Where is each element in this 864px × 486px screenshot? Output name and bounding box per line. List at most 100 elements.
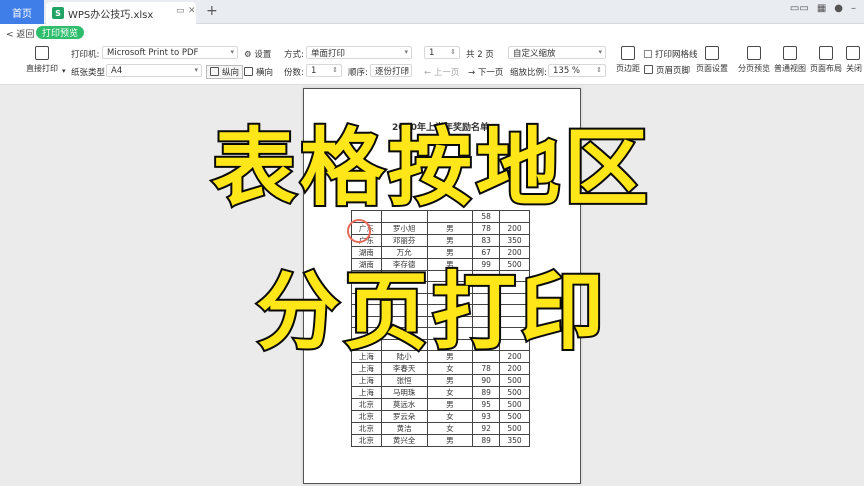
close-preview-button[interactable]: 关闭 — [846, 46, 864, 74]
page-setup-button[interactable]: 页面设置 — [696, 46, 728, 74]
table-cell[interactable]: 上海 — [351, 386, 382, 399]
chevron-down-icon: ▾ — [598, 48, 602, 56]
table-cell[interactable]: 邓丽芬 — [380, 233, 428, 247]
settings-button[interactable]: ⚙ 设置 — [244, 48, 271, 60]
avatar[interactable]: ● — [834, 3, 843, 14]
table-cell[interactable]: 莫远水 — [380, 398, 428, 411]
print-gridlines-checkbox[interactable]: 打印网格线 — [644, 48, 698, 60]
table-cell[interactable]: 350 — [499, 434, 530, 447]
portrait-button[interactable]: 纵向 — [206, 65, 244, 79]
layout-icon[interactable]: ▭▭ — [790, 3, 809, 14]
print-mode-select[interactable]: 单面打印 ▾ — [306, 46, 412, 59]
table-cell[interactable]: 83 — [472, 233, 501, 247]
table-cell[interactable]: 男 — [426, 398, 474, 411]
print-preview-tag: 打印预览 — [36, 26, 85, 39]
grid-icon[interactable]: ▦ — [817, 3, 826, 14]
table-cell[interactable]: 89 — [472, 434, 501, 447]
table-cell[interactable]: 北京 — [351, 422, 382, 435]
table-cell[interactable]: 上海 — [351, 374, 382, 387]
table-cell[interactable]: 李春天 — [380, 362, 428, 375]
scale-mode-value: 自定义缩放 — [513, 48, 556, 59]
table-cell[interactable]: 湖南 — [351, 245, 382, 259]
copies-value: 1 — [311, 65, 317, 76]
table-cell[interactable]: 男 — [426, 233, 474, 247]
table-cell[interactable]: 女 — [426, 422, 474, 435]
paper-type-select[interactable]: A4 ▾ — [106, 64, 202, 77]
table-cell[interactable]: 500 — [499, 386, 530, 399]
table-cell[interactable]: 67 — [472, 245, 501, 259]
print-gridlines-label: 打印网格线 — [655, 50, 698, 60]
table-cell[interactable]: 北京 — [351, 410, 382, 423]
tab-close-icon[interactable]: ✕ — [188, 6, 196, 16]
table-cell[interactable]: 女 — [426, 362, 474, 375]
checkbox-icon — [644, 50, 652, 58]
normal-view-label: 普通视图 — [774, 64, 806, 73]
table-cell[interactable]: 张恒 — [380, 374, 428, 387]
table-cell[interactable]: 200 — [499, 362, 530, 375]
table-cell[interactable]: 200 — [499, 245, 530, 259]
page-number-stepper[interactable]: 1 ⇕ — [424, 46, 460, 59]
page-break-preview-button[interactable]: 分页预览 — [738, 46, 770, 74]
printer-label: 打印机: — [71, 50, 100, 60]
total-pages: 共 2 页 — [466, 50, 494, 60]
table-cell[interactable]: 500 — [499, 410, 530, 423]
prev-page-button[interactable]: ← 上一页 — [424, 66, 459, 78]
margins-button[interactable]: 页边距 — [612, 46, 644, 74]
landscape-button[interactable]: 横向 — [244, 66, 273, 78]
table-cell[interactable]: 男 — [426, 434, 474, 447]
table-cell[interactable]: 200 — [499, 221, 530, 235]
settings-label: 设置 — [254, 50, 272, 60]
new-tab-button[interactable]: + — [206, 3, 218, 19]
page-layout-label: 页面布局 — [810, 64, 842, 73]
file-tab[interactable]: S WPS办公技巧.xlsx — [46, 2, 196, 24]
page-layout-button[interactable]: 页面布局 — [810, 46, 842, 74]
copies-stepper[interactable]: 1 ⇕ — [306, 64, 342, 77]
direct-print-label: 直接打印 — [26, 64, 58, 73]
chevron-down-icon: ▾ — [194, 66, 198, 74]
table-cell[interactable]: 78 — [472, 362, 501, 375]
spreadsheet-file-icon: S — [52, 7, 64, 19]
table-cell[interactable]: 78 — [472, 221, 501, 235]
table-cell[interactable]: 上海 — [351, 362, 382, 375]
header-footer-button[interactable]: 页眉页脚 — [644, 64, 690, 76]
table-cell[interactable]: 罗小旭 — [380, 221, 428, 235]
table-cell[interactable]: 500 — [499, 398, 530, 411]
table-cell[interactable]: 92 — [472, 422, 501, 435]
normal-view-button[interactable]: 普通视图 — [774, 46, 806, 74]
direct-print-dropdown-icon[interactable]: ▾ — [62, 67, 66, 75]
table-cell[interactable]: 万允 — [380, 245, 428, 259]
table-cell[interactable]: 男 — [426, 221, 474, 235]
table-cell[interactable]: 500 — [499, 422, 530, 435]
table-cell[interactable]: 350 — [499, 233, 530, 247]
minimize-icon[interactable]: – — [851, 3, 856, 14]
table-cell[interactable]: 男 — [426, 245, 474, 259]
scale-mode-select[interactable]: 自定义缩放 ▾ — [508, 46, 606, 59]
scale-stepper[interactable]: 135 % ⇕ — [548, 64, 606, 77]
next-page-button[interactable]: → 下一页 — [468, 66, 503, 78]
home-tab[interactable]: 首页 — [0, 0, 44, 24]
back-button[interactable]: < 返回 — [6, 27, 34, 40]
printer-select[interactable]: Microsoft Print to PDF ▾ — [102, 46, 238, 59]
table-cell[interactable]: 93 — [472, 410, 501, 423]
table-cell[interactable]: 89 — [472, 386, 501, 399]
landscape-label: 横向 — [256, 68, 274, 78]
window-controls: ▭▭ ▦ ● – — [790, 3, 856, 14]
table-cell[interactable]: 罗云朵 — [380, 410, 428, 423]
table-cell[interactable]: 黄洁 — [380, 422, 428, 435]
table-cell[interactable]: 500 — [499, 374, 530, 387]
table-cell[interactable]: 北京 — [351, 398, 382, 411]
table-cell[interactable]: 女 — [426, 386, 474, 399]
table-cell[interactable]: 黄兴全 — [380, 434, 428, 447]
table-cell[interactable]: 北京 — [351, 434, 382, 447]
table-cell[interactable]: 95 — [472, 398, 501, 411]
table-cell[interactable]: 男 — [426, 374, 474, 387]
scale-value: 135 % — [553, 65, 581, 76]
direct-print-button[interactable]: 直接打印 — [22, 46, 62, 74]
margins-icon — [621, 46, 635, 60]
printer-icon — [35, 46, 49, 60]
table-cell[interactable]: 90 — [472, 374, 501, 387]
print-order-select[interactable]: 逐份打印 ▾ — [370, 64, 412, 77]
table-cell[interactable]: 女 — [426, 410, 474, 423]
table-cell[interactable]: 马明珠 — [380, 386, 428, 399]
tab-screen-icon[interactable]: ▭ — [176, 6, 185, 16]
